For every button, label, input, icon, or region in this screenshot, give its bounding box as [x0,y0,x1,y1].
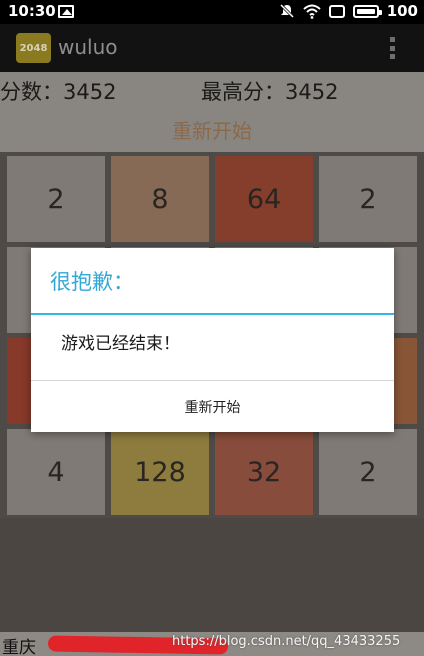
image-icon [58,5,74,18]
dialog-message: 游戏已经结束！ [61,334,180,354]
status-bar: 10:30 100 [0,0,424,24]
mute-icon [279,3,294,19]
overflow-menu-icon[interactable] [390,37,396,59]
status-icons: 100 [279,2,418,20]
footer-strip: 重庆 https://blog.csdn.net/qq_43433255 [0,632,424,656]
score-area: 分数：3452 最高分：3452 重新开始 [0,72,424,152]
tile-r1-c4: 2 [319,156,417,242]
action-bar: 2048 wuluo [0,24,424,72]
status-time: 10:30 [8,2,56,20]
battery-icon [352,4,382,18]
lower-area [0,518,424,632]
tile-r1-c3: 64 [215,156,313,242]
battery-level: 100 [386,2,418,20]
footer-text: 重庆 [2,638,36,656]
dialog-restart-button[interactable]: 重新开始 [31,381,394,432]
tile-r4-c4: 2 [319,429,417,515]
tile-r4-c2: 128 [111,429,209,515]
restart-button[interactable]: 重新开始 [0,115,424,144]
game-over-dialog: 很抱歉： 游戏已经结束！ 重新开始 [31,248,394,432]
app-title: wuluo [58,35,118,59]
dialog-divider [31,313,394,315]
tile-r4-c3: 32 [215,429,313,515]
app-logo: 2048 [16,33,51,63]
screen-icon [328,4,345,18]
tile-r1-c2: 8 [111,156,209,242]
watermark: https://blog.csdn.net/qq_43433255 [172,634,401,649]
score-label: 分数：3452 [0,80,117,104]
dialog-title: 很抱歉： [50,270,134,294]
tile-r4-c1: 4 [7,429,105,515]
tile-r1-c1: 2 [7,156,105,242]
wifi-icon [303,4,321,19]
best-score-label: 最高分：3452 [201,80,339,104]
